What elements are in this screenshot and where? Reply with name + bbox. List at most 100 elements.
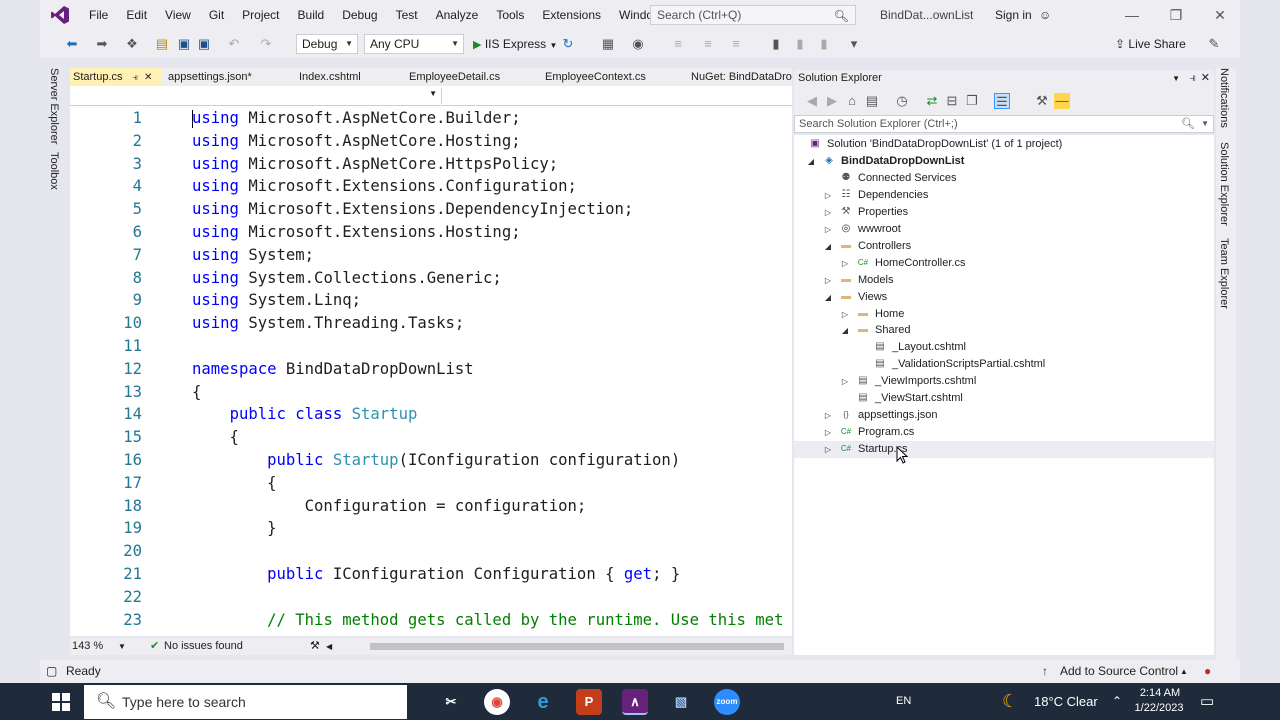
tab-employeecontext-cs[interactable]: EmployeeContext.cs <box>542 68 678 86</box>
menu-extensions[interactable]: Extensions <box>533 0 610 30</box>
code-line[interactable]: 22 <box>70 586 792 609</box>
code-line[interactable]: 2 using Microsoft.AspNetCore.Hosting; <box>70 130 792 153</box>
collapsed-arrow-icon[interactable]: ▷ <box>840 255 850 272</box>
solution-explorer-search[interactable]: Search Solution Explorer (Ctrl+;) 🔍︎ ▼ <box>794 115 1214 133</box>
tab-employeedetail-cs[interactable]: EmployeeDetail.cs <box>406 68 532 86</box>
tab-index-cshtml[interactable]: Index.cshtml <box>296 68 396 86</box>
code-line[interactable]: 10 using System.Threading.Tasks; <box>70 312 792 335</box>
code-line[interactable]: 6 using Microsoft.Extensions.Hosting; <box>70 221 792 244</box>
code-editor[interactable]: 1 using Microsoft.AspNetCore.Builder; 2 usi… <box>70 106 792 636</box>
code-line[interactable]: 12 namespace BindDataDropDownList <box>70 358 792 381</box>
camera-icon[interactable]: ◉ <box>630 36 646 52</box>
code-line[interactable]: 23 // This method gets called by the run… <box>70 609 792 632</box>
live-share-button[interactable]: ⇪ Live Share <box>1115 34 1186 54</box>
window-options-icon[interactable]: ▼ <box>1172 70 1180 87</box>
menu-analyze[interactable]: Analyze <box>427 0 488 30</box>
platform-select[interactable]: Any CPU ▼ <box>364 34 464 54</box>
code-line[interactable]: 20 <box>70 540 792 563</box>
team-explorer-tab[interactable]: Team Explorer <box>1218 238 1230 309</box>
notifications-tab[interactable]: Notifications <box>1218 68 1230 128</box>
menu-view[interactable]: View <box>156 0 200 30</box>
forward-icon[interactable]: ▶ <box>824 93 840 109</box>
open-file-icon[interactable]: ▤ <box>154 36 170 52</box>
notification-bell-icon[interactable]: ● <box>1204 660 1211 683</box>
run-button[interactable]: ▶ IIS Express ▼ <box>473 34 557 54</box>
tree-item[interactable]: ▷ ◎ wwwroot <box>794 221 1214 238</box>
code-line[interactable]: 14 public class Startup <box>70 403 792 426</box>
edge-icon[interactable]: e <box>530 689 556 715</box>
tree-item[interactable]: ▷ ▬ Home <box>794 306 1214 323</box>
show-all-files-icon[interactable]: ❐ <box>964 93 980 109</box>
tree-item[interactable]: ▷ ▬ Models <box>794 272 1214 289</box>
code-line[interactable]: 13 { <box>70 381 792 404</box>
menu-edit[interactable]: Edit <box>117 0 156 30</box>
code-line[interactable]: 16 public Startup(IConfiguration configu… <box>70 449 792 472</box>
collapsed-arrow-icon[interactable]: ▷ <box>823 441 833 458</box>
clock-time[interactable]: 2:14 AM <box>1138 686 1182 701</box>
sign-in-link[interactable]: Sign in ☺ <box>995 0 1051 30</box>
navigate-forward-icon[interactable]: ➡ <box>94 36 110 52</box>
member-dropdown[interactable]: ▼ <box>70 88 442 104</box>
indent-icon[interactable]: ≡ <box>700 36 716 52</box>
visual-studio-taskbar-icon[interactable]: ∧ <box>622 689 648 715</box>
menu-project[interactable]: Project <box>233 0 288 30</box>
collapsed-arrow-icon[interactable]: ▷ <box>823 221 833 238</box>
notification-center-icon[interactable]: ▭ <box>1200 683 1214 720</box>
bookmark-icon[interactable]: ▮ <box>768 36 784 52</box>
format-icon[interactable]: ≡ <box>670 36 686 52</box>
close-panel-icon[interactable]: ✕ <box>1201 70 1210 87</box>
tree-item[interactable]: ▷ C# HomeController.cs <box>794 255 1214 272</box>
horizontal-scrollbar[interactable] <box>370 643 784 650</box>
brush-icon[interactable]: ⚒ <box>310 638 320 655</box>
sync-icon[interactable]: ⇄ <box>924 93 940 109</box>
tree-item[interactable]: ▤ _ValidationScriptsPartial.cshtml <box>794 356 1214 373</box>
code-line[interactable]: 4 using Microsoft.Extensions.Configuratio… <box>70 175 792 198</box>
prev-bookmark-icon[interactable]: ▮ <box>792 36 808 52</box>
tree-item[interactable]: ▷ ⚒ Properties <box>794 204 1214 221</box>
tab-appsettings-json[interactable]: appsettings.json* <box>165 68 285 86</box>
tree-item[interactable]: ▤ _Layout.cshtml <box>794 339 1214 356</box>
configuration-select[interactable]: Debug ▼ <box>296 34 358 54</box>
collapse-all-icon[interactable]: ⊟ <box>944 93 960 109</box>
comment-icon[interactable]: ≡ <box>728 36 744 52</box>
code-line[interactable]: 3 using Microsoft.AspNetCore.HttpsPolicy; <box>70 153 792 176</box>
collapsed-arrow-icon[interactable]: ▷ <box>840 373 850 390</box>
tree-item[interactable]: ◢ ▬ Views <box>794 289 1214 306</box>
menu-debug[interactable]: Debug <box>333 0 386 30</box>
weather-text[interactable]: 18°C Clear <box>1034 683 1098 720</box>
menu-git[interactable]: Git <box>200 0 233 30</box>
save-icon[interactable]: ▣ <box>176 36 192 52</box>
file-explorer-icon[interactable]: ▧ <box>668 689 694 715</box>
properties-wrench-icon[interactable]: ⚒ <box>1034 93 1050 109</box>
collapsed-arrow-icon[interactable]: ▷ <box>840 306 850 323</box>
tree-item[interactable]: ⚉ Connected Services <box>794 170 1214 187</box>
new-project-icon[interactable]: ❖ <box>124 36 140 52</box>
tree-item[interactable]: ▤ _ViewStart.cshtml <box>794 390 1214 407</box>
code-line[interactable]: 1 using Microsoft.AspNetCore.Builder; <box>70 107 792 130</box>
tree-item[interactable]: ◢ ◈ BindDataDropDownList <box>794 153 1214 170</box>
search-input[interactable]: Search (Ctrl+Q) 🔍︎ <box>650 5 856 25</box>
output-icon[interactable]: ▢ <box>46 660 57 683</box>
tree-item[interactable]: ▷ ▤ _ViewImports.cshtml <box>794 373 1214 390</box>
close-tab-icon[interactable]: ✕ <box>144 72 152 83</box>
close-window-button[interactable]: ✕ <box>1198 0 1242 30</box>
auto-hide-pin-icon[interactable]: ⫣ <box>1189 70 1196 87</box>
browse-icon[interactable]: ▦ <box>600 36 616 52</box>
home-icon[interactable]: ⌂ <box>844 93 860 109</box>
chevron-up-icon[interactable]: ⌃ <box>1112 683 1122 720</box>
code-line[interactable]: 7 using System; <box>70 244 792 267</box>
code-line[interactable]: 21 public IConfiguration Configuration {… <box>70 563 792 586</box>
menu-build[interactable]: Build <box>289 0 334 30</box>
snipping-tool-icon[interactable]: ✂ <box>438 689 464 715</box>
chevron-down-icon[interactable]: ▼ <box>1201 116 1209 132</box>
tree-item[interactable]: ▣ Solution 'BindDataDropDownList' (1 of 1… <box>794 136 1214 153</box>
pending-changes-filter-icon[interactable]: ◷ <box>894 93 910 109</box>
zoom-app-icon[interactable]: zoom <box>714 689 740 715</box>
tree-item[interactable]: ▷ C# Startup.cs <box>794 441 1214 459</box>
toolbar-overflow-icon[interactable]: ▾ <box>846 36 862 52</box>
taskbar-search-input[interactable]: 🔍︎ Type here to search <box>84 685 407 719</box>
feedback-icon[interactable]: ✎ <box>1206 36 1222 52</box>
expanded-arrow-icon[interactable]: ◢ <box>806 153 816 170</box>
tree-item[interactable]: ◢ ▬ Shared <box>794 322 1214 339</box>
code-line[interactable]: 19 } <box>70 517 792 540</box>
